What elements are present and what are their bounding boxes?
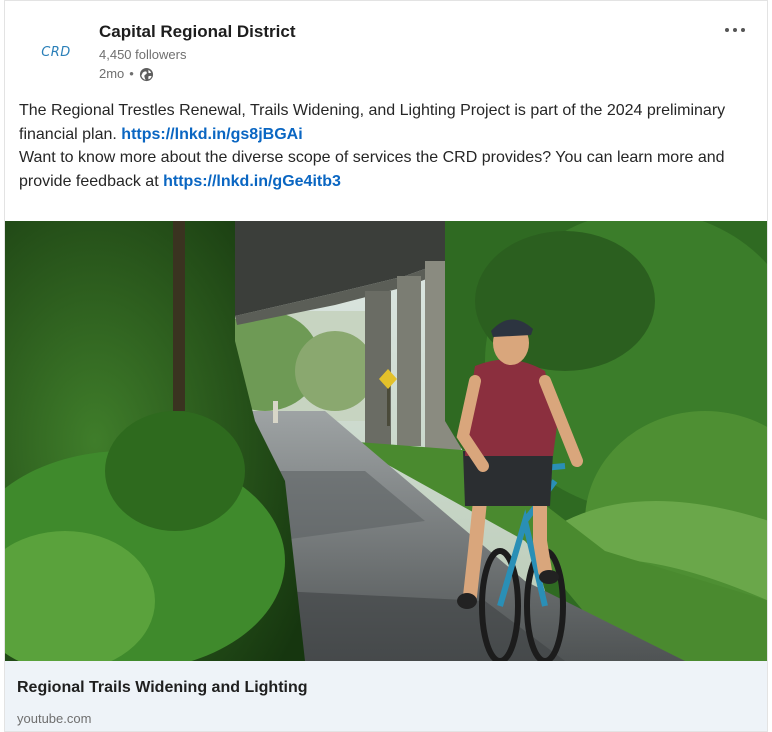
video-thumbnail[interactable] (5, 221, 767, 661)
link-preview-domain: youtube.com (17, 711, 92, 726)
crd-logo-icon: CRD (41, 45, 71, 60)
company-logo[interactable]: CRD (29, 29, 83, 73)
link-preview-title[interactable]: Regional Trails Widening and Lighting (17, 679, 308, 697)
follower-count: 4,450 followers (99, 47, 187, 62)
author-block: Capital Regional District 4,450 follower… (99, 21, 295, 83)
author-name[interactable]: Capital Regional District (99, 21, 295, 43)
globe-icon (139, 67, 153, 81)
post-link-2[interactable]: https://lnkd.in/gGe4itb3 (163, 173, 341, 190)
post-text-line2: Want to know more about the diverse scop… (19, 149, 725, 190)
post-header: CRD Capital Regional District 4,450 foll… (5, 1, 767, 97)
post-body-text: The Regional Trestles Renewal, Trails Wi… (19, 99, 757, 193)
link-preview[interactable]: Regional Trails Widening and Lighting yo… (5, 661, 767, 731)
post-age: 2mo (99, 66, 125, 81)
more-dot (741, 28, 745, 32)
feed-post-card: CRD Capital Regional District 4,450 foll… (4, 0, 768, 732)
more-dot (733, 28, 737, 32)
meta-separator: • (129, 66, 134, 81)
svg-text:CRD: CRD (41, 45, 71, 60)
cyclist-trail-image (5, 221, 767, 661)
post-link-1[interactable]: https://lnkd.in/gs8jBGAi (121, 126, 302, 143)
more-options-button[interactable] (717, 17, 753, 43)
post-meta: 2mo • (99, 65, 295, 83)
more-horizontal-icon (725, 28, 729, 32)
